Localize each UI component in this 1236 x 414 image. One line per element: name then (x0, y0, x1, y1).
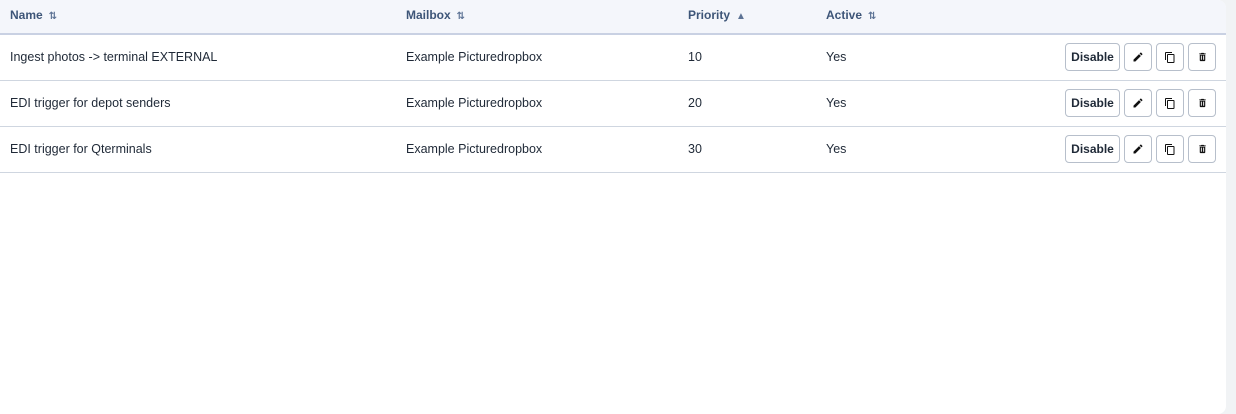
row-actions: Disable (1065, 89, 1216, 117)
rules-table: Name ⇅ Mailbox ⇅ Priority ▲ Active ⇅ Ingest … (0, 0, 1226, 414)
duplicate-button[interactable] (1156, 135, 1184, 163)
sort-asc-icon[interactable]: ▲ (736, 1, 746, 32)
trash-icon (1197, 97, 1208, 109)
sort-icon[interactable]: ⇅ (868, 1, 876, 32)
table-header: Name ⇅ Mailbox ⇅ Priority ▲ Active ⇅ (0, 0, 1226, 35)
duplicate-button[interactable] (1156, 43, 1184, 71)
column-header-label: Active (826, 8, 863, 22)
column-header-mailbox[interactable]: Mailbox ⇅ (406, 0, 465, 33)
sort-icon[interactable]: ⇅ (457, 1, 465, 32)
trash-icon (1197, 143, 1208, 155)
copy-icon (1164, 143, 1176, 156)
pencil-icon (1132, 97, 1144, 109)
disable-button[interactable]: Disable (1065, 135, 1120, 163)
copy-icon (1164, 51, 1176, 64)
edit-button[interactable] (1124, 43, 1152, 71)
rule-active: Yes (826, 50, 847, 64)
disable-button[interactable]: Disable (1065, 89, 1120, 117)
rule-name: Ingest photos -> terminal EXTERNAL (10, 50, 218, 64)
row-actions: Disable (1065, 43, 1216, 71)
column-header-active[interactable]: Active ⇅ (826, 0, 876, 33)
copy-icon (1164, 97, 1176, 110)
rule-priority: 10 (688, 50, 702, 64)
edit-button[interactable] (1124, 135, 1152, 163)
sort-icon[interactable]: ⇅ (49, 1, 57, 32)
rule-active: Yes (826, 96, 847, 110)
row-actions: Disable (1065, 135, 1216, 163)
delete-button[interactable] (1188, 43, 1216, 71)
column-header-label: Priority (688, 8, 731, 22)
rule-name: EDI trigger for Qterminals (10, 142, 152, 156)
edit-button[interactable] (1124, 89, 1152, 117)
column-header-priority[interactable]: Priority ▲ (688, 0, 746, 33)
rule-mailbox: Example Picturedropbox (406, 50, 543, 64)
rule-priority: 30 (688, 142, 702, 156)
delete-button[interactable] (1188, 89, 1216, 117)
column-header-name[interactable]: Name ⇅ (10, 0, 57, 33)
trash-icon (1197, 51, 1208, 63)
disable-button[interactable]: Disable (1065, 43, 1120, 71)
rule-name: EDI trigger for depot senders (10, 96, 171, 110)
duplicate-button[interactable] (1156, 89, 1184, 117)
rule-priority: 20 (688, 96, 702, 110)
rule-active: Yes (826, 142, 847, 156)
delete-button[interactable] (1188, 135, 1216, 163)
table-row: Ingest photos -> terminal EXTERNAL Examp… (0, 35, 1226, 81)
pencil-icon (1132, 143, 1144, 155)
rule-mailbox: Example Picturedropbox (406, 142, 543, 156)
rule-mailbox: Example Picturedropbox (406, 96, 543, 110)
table-row: EDI trigger for Qterminals Example Pictu… (0, 127, 1226, 173)
table-row: EDI trigger for depot senders Example Pi… (0, 81, 1226, 127)
pencil-icon (1132, 51, 1144, 63)
column-header-label: Mailbox (406, 8, 451, 22)
column-header-label: Name (10, 8, 43, 22)
